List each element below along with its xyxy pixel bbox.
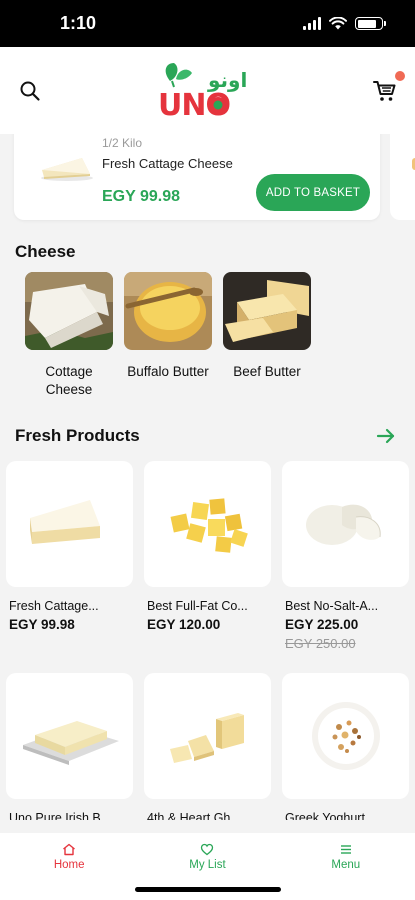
product-price: EGY 99.98 xyxy=(9,617,75,632)
battery-icon xyxy=(355,17,386,30)
product-card[interactable]: 4th & Heart Gh... xyxy=(144,673,271,820)
featured-carousel[interactable]: 1/2 Kilo Fresh Cattage Cheese EGY 99.98 … xyxy=(0,134,415,234)
nav-home[interactable]: Home xyxy=(14,843,124,900)
fresh-products-grid: Fresh Cattage... EGY 99.98 Best Full-Fat… xyxy=(0,461,415,820)
wifi-icon xyxy=(329,17,347,30)
home-indicator xyxy=(135,887,281,892)
buffalo-butter-image xyxy=(124,272,212,350)
cheese-section-title: Cheese xyxy=(15,242,76,261)
category-buffalo-butter[interactable]: Buffalo Butter xyxy=(124,272,212,399)
search-icon xyxy=(20,81,40,101)
product-old-price: EGY 250.00 xyxy=(285,636,356,651)
nav-menu[interactable]: Menu xyxy=(291,843,401,900)
product-image xyxy=(6,673,133,799)
featured-name: Fresh Cattage Cheese xyxy=(102,156,233,171)
fresh-products-header: Fresh Products xyxy=(0,423,415,449)
status-icons xyxy=(303,17,386,30)
cart-icon xyxy=(373,80,396,101)
cottage-cheese-image xyxy=(25,272,113,350)
category-beef-butter[interactable]: Beef Butter xyxy=(223,272,311,399)
product-price: EGY 120.00 xyxy=(147,617,221,632)
product-image xyxy=(282,673,409,799)
featured-price: EGY 99.98 xyxy=(102,188,180,205)
add-to-basket-button[interactable]: ADD TO BASKET xyxy=(256,174,370,211)
cart-badge xyxy=(395,70,405,81)
category-cottage-cheese[interactable]: Cottage Cheese xyxy=(25,272,113,399)
featured-product-image xyxy=(41,158,93,181)
product-name: Greek Yoghurt... xyxy=(285,811,376,820)
beef-butter-image xyxy=(223,272,311,350)
status-time: 1:10 xyxy=(60,13,97,33)
product-image xyxy=(282,461,409,587)
product-price: EGY 225.00 xyxy=(285,617,359,632)
product-card[interactable]: Best No-Salt-A... EGY 225.00 EGY 250.00 xyxy=(282,461,409,673)
heart-icon xyxy=(201,843,214,856)
product-card[interactable]: Uno Pure Irish B... xyxy=(6,673,133,820)
home-icon xyxy=(63,843,76,856)
category-label: Buffalo Butter xyxy=(127,364,209,379)
product-card[interactable]: Greek Yoghurt... xyxy=(282,673,409,820)
search-button[interactable] xyxy=(16,77,44,105)
product-card[interactable]: Fresh Cattage... EGY 99.98 xyxy=(6,461,133,673)
signal-icon xyxy=(303,17,321,30)
home-content[interactable]: 1/2 Kilo Fresh Cattage Cheese EGY 99.98 … xyxy=(0,134,415,820)
status-bar: 1:10 xyxy=(0,0,415,47)
product-name: Fresh Cattage... xyxy=(9,599,99,613)
product-name: Best Full-Fat Co... xyxy=(147,599,248,613)
product-card[interactable]: Best Full-Fat Co... EGY 120.00 xyxy=(144,461,271,673)
menu-icon xyxy=(340,845,351,854)
next-featured-card[interactable] xyxy=(390,134,415,220)
arrow-right-icon[interactable] xyxy=(375,425,397,447)
product-image xyxy=(144,673,271,799)
product-image xyxy=(144,461,271,587)
category-label: Cottage Cheese xyxy=(45,364,93,397)
category-label: Beef Butter xyxy=(233,364,301,379)
product-image xyxy=(6,461,133,587)
fresh-products-title: Fresh Products xyxy=(15,426,140,445)
nav-menu-label: Menu xyxy=(331,859,361,871)
cart-button[interactable] xyxy=(371,70,405,105)
product-name: Uno Pure Irish B... xyxy=(9,811,112,820)
nav-home-label: Home xyxy=(53,859,85,871)
featured-product-card[interactable]: 1/2 Kilo Fresh Cattage Cheese EGY 99.98 … xyxy=(14,134,380,220)
nav-my-list-label: My List xyxy=(189,859,226,871)
featured-weight: 1/2 Kilo xyxy=(102,136,143,150)
cheese-categories: Cottage Cheese Buffalo Butter Beef Butte… xyxy=(0,272,415,399)
uno-logo: اونو UNO xyxy=(158,63,247,121)
app-header: اونو UNO xyxy=(0,47,415,134)
product-name: 4th & Heart Gh... xyxy=(147,811,241,820)
product-name: Best No-Salt-A... xyxy=(285,599,379,613)
